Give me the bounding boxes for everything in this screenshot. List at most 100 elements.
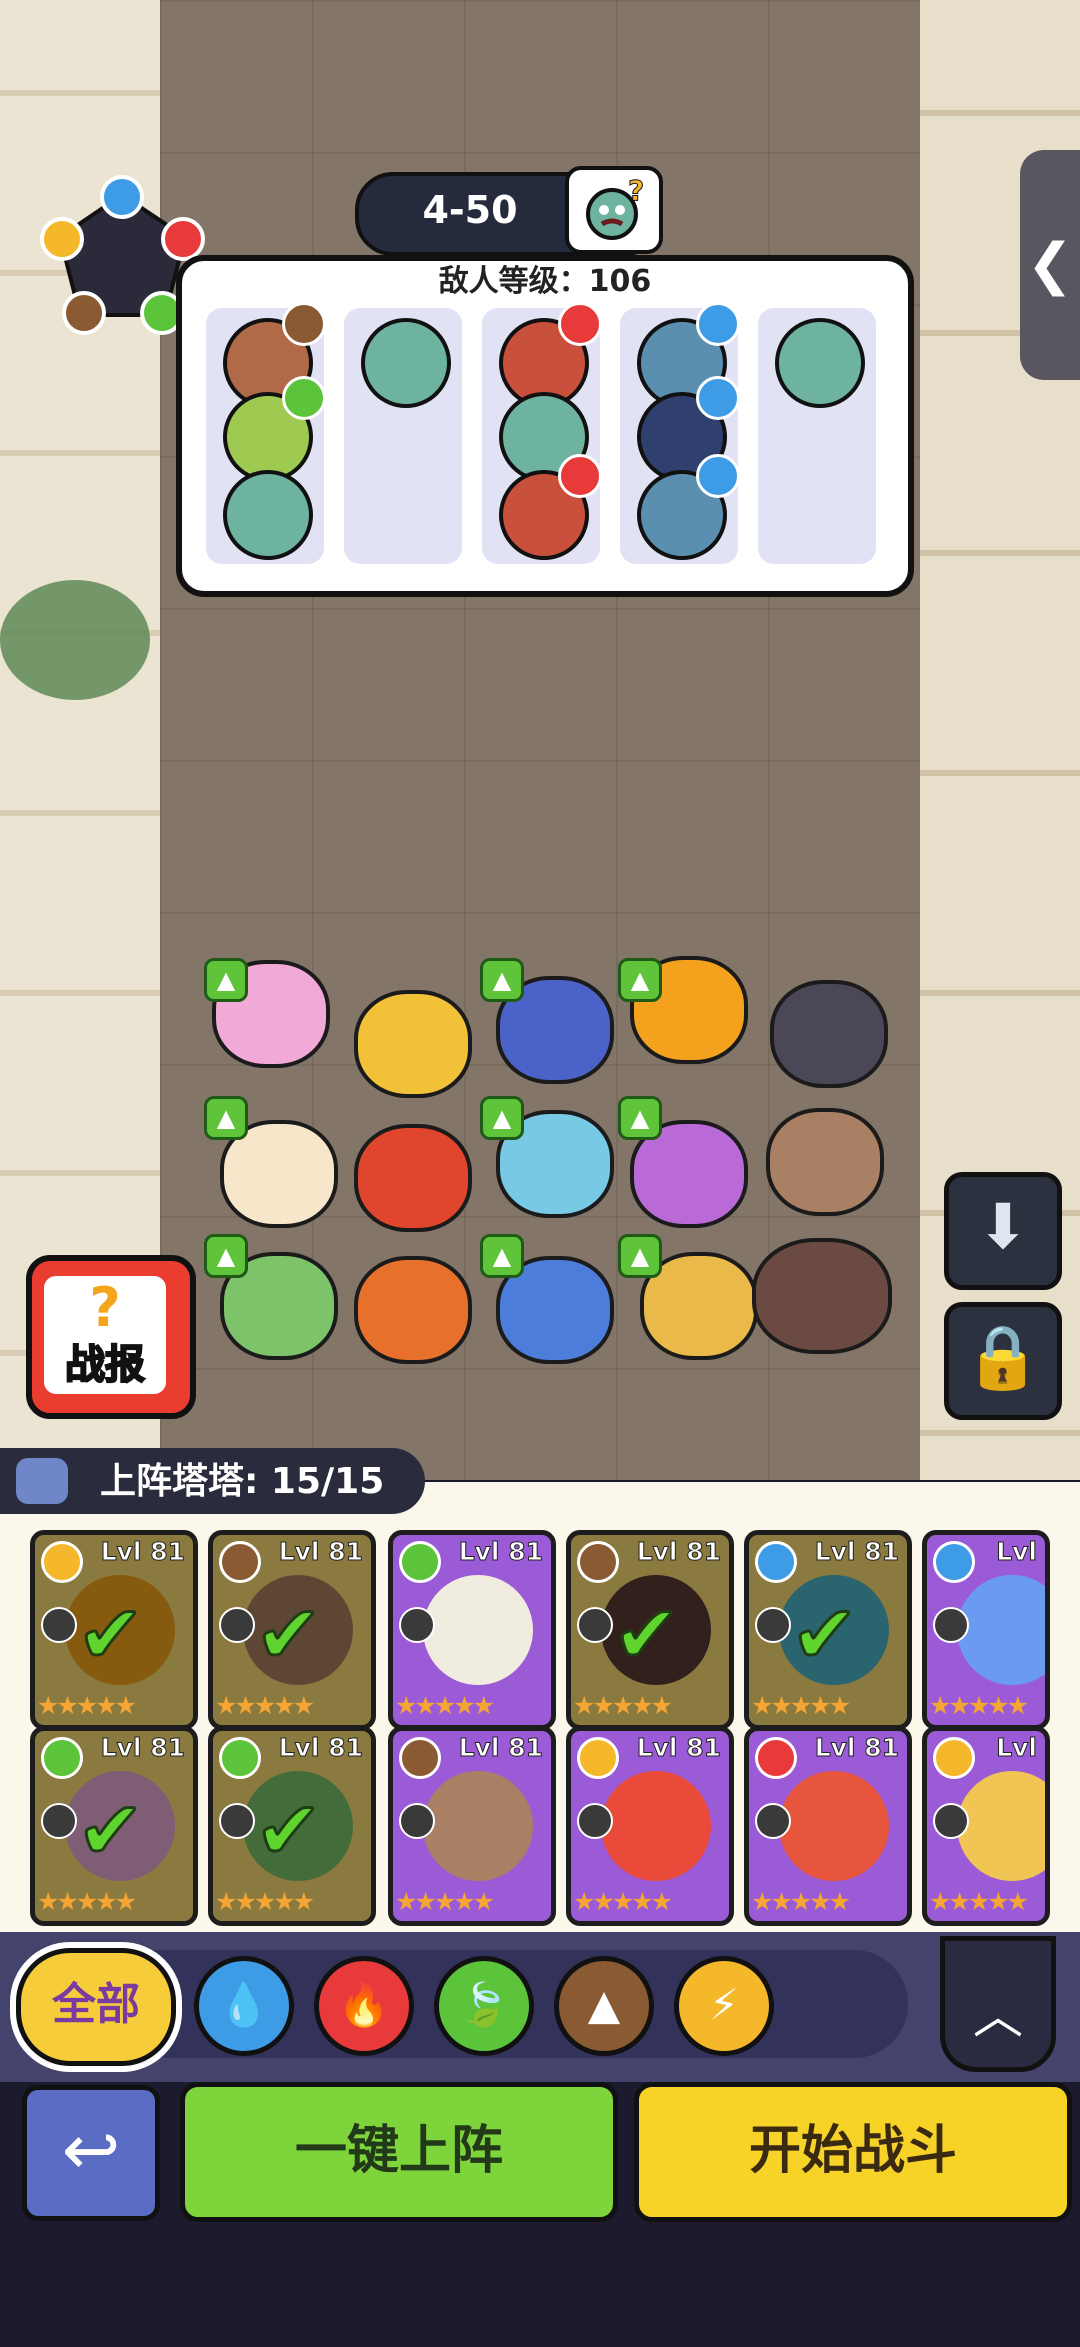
check-icon: ✔ xyxy=(75,1784,145,1877)
back-button[interactable]: ↩ xyxy=(22,2085,160,2221)
enemy-unit xyxy=(775,318,865,408)
class-icon xyxy=(399,1803,435,1839)
roster-count: 上阵塔塔: 15/15 xyxy=(100,1461,385,1502)
earth-element-icon xyxy=(399,1737,441,1779)
card-level: Lvl 81 xyxy=(814,1733,899,1763)
pet-portrait xyxy=(423,1771,533,1881)
boost-icon: ▲ xyxy=(204,1096,248,1140)
pet-unit[interactable] xyxy=(354,990,472,1098)
pet-card[interactable]: Lvl 81 ★★★★★ ✔ xyxy=(208,1530,376,1730)
pet-unit[interactable] xyxy=(770,980,888,1088)
earth-element-icon xyxy=(577,1541,619,1583)
check-icon: ✔ xyxy=(253,1784,323,1877)
pet-card[interactable]: Lvl 81 ★★★★★ ✔ xyxy=(744,1530,912,1730)
check-icon: ✔ xyxy=(253,1588,323,1681)
filter-lightning-button[interactable]: ⚡ xyxy=(674,1956,774,2056)
filter-grass-button[interactable]: 🍃 xyxy=(434,1956,534,2056)
pet-unit[interactable] xyxy=(766,1108,884,1216)
grass-element-icon xyxy=(282,376,326,420)
boost-icon: ▲ xyxy=(480,958,524,1002)
svg-text:?: ? xyxy=(628,178,644,207)
star-rating: ★★★★★ xyxy=(573,1887,673,1916)
green-slime-decoration xyxy=(0,580,150,700)
filter-all-button[interactable]: 全部 xyxy=(16,1948,176,2066)
pet-card[interactable]: Lvl 81 ★★★★★ xyxy=(388,1530,556,1730)
water-element-icon xyxy=(696,302,740,346)
lightning-element-icon xyxy=(577,1737,619,1779)
fire-element-icon xyxy=(558,302,602,346)
boost-icon: ▲ xyxy=(618,1234,662,1278)
class-icon xyxy=(933,1803,969,1839)
water-element-icon xyxy=(933,1541,975,1583)
enemy-boss-icon[interactable]: ? xyxy=(565,166,663,254)
grass-element-icon xyxy=(41,1737,83,1779)
star-rating: ★★★★★ xyxy=(395,1691,495,1720)
class-icon xyxy=(41,1607,77,1643)
pet-card[interactable]: Lvl 81 ★★★★★ xyxy=(744,1726,912,1926)
pet-card[interactable]: Lvl 81 ★★★★★ xyxy=(388,1726,556,1926)
earth-element-icon xyxy=(219,1541,261,1583)
grass-element-icon xyxy=(219,1737,261,1779)
check-icon: ✔ xyxy=(75,1588,145,1681)
class-icon xyxy=(577,1607,613,1643)
expand-up-button[interactable]: ︿ xyxy=(940,1936,1056,2072)
pet-portrait xyxy=(423,1575,533,1685)
star-rating: ★★★★★ xyxy=(751,1691,851,1720)
pet-unit[interactable] xyxy=(354,1256,472,1364)
class-icon xyxy=(399,1607,435,1643)
pet-card[interactable]: Lvl 81 ★★★★★ ✔ xyxy=(30,1530,198,1730)
pet-portrait xyxy=(957,1575,1045,1685)
card-level: Lvl 81 xyxy=(814,1537,899,1567)
fire-element-icon xyxy=(558,454,602,498)
class-icon xyxy=(577,1803,613,1839)
star-rating: ★★★★★ xyxy=(37,1887,137,1916)
filter-fire-button[interactable]: 🔥 xyxy=(314,1956,414,2056)
star-rating: ★★★★★ xyxy=(929,1691,1029,1720)
water-element-icon xyxy=(696,376,740,420)
star-rating: ★★★★★ xyxy=(215,1691,315,1720)
boost-icon: ▲ xyxy=(204,1234,248,1278)
pet-card[interactable]: Lvl 81 ★★★★★ xyxy=(566,1726,734,1926)
pet-unit[interactable] xyxy=(752,1238,892,1354)
card-level: Lvl xyxy=(996,1733,1038,1763)
water-element-icon xyxy=(755,1541,797,1583)
lock-icon[interactable]: 🔒 xyxy=(944,1302,1062,1420)
check-icon: ✔ xyxy=(789,1588,859,1681)
card-level: Lvl 81 xyxy=(458,1733,543,1763)
boost-icon: ▲ xyxy=(204,958,248,1002)
star-rating: ★★★★★ xyxy=(395,1887,495,1916)
card-level: Lvl xyxy=(996,1537,1038,1567)
class-icon xyxy=(41,1803,77,1839)
battle-report-label: 战报 xyxy=(64,1341,146,1389)
pet-unit[interactable] xyxy=(354,1124,472,1232)
enemy-unit xyxy=(223,470,313,560)
class-icon xyxy=(219,1803,255,1839)
enemy-unit xyxy=(361,318,451,408)
earth-element-icon xyxy=(282,302,326,346)
pet-card[interactable]: Lvl 81 ★★★★★ ✔ xyxy=(208,1726,376,1926)
card-level: Lvl 81 xyxy=(100,1733,185,1763)
download-icon[interactable]: ⬇ xyxy=(944,1172,1062,1290)
side-panel-toggle[interactable]: ❮ xyxy=(1020,150,1080,380)
pet-card[interactable]: Lvl ★★★★★ xyxy=(922,1726,1050,1926)
card-level: Lvl 81 xyxy=(278,1733,363,1763)
filter-water-button[interactable]: 💧 xyxy=(194,1956,294,2056)
star-rating: ★★★★★ xyxy=(929,1887,1029,1916)
boost-icon: ▲ xyxy=(618,1096,662,1140)
boost-icon: ▲ xyxy=(480,1096,524,1140)
class-icon xyxy=(755,1607,791,1643)
boost-icon: ▲ xyxy=(480,1234,524,1278)
start-battle-button[interactable]: 开始战斗 xyxy=(634,2082,1072,2222)
lightning-element-icon xyxy=(933,1737,975,1779)
question-icon: ? xyxy=(89,1276,121,1339)
fire-element-icon xyxy=(755,1737,797,1779)
check-icon: ✔ xyxy=(611,1588,681,1681)
auto-deploy-button[interactable]: 一键上阵 xyxy=(180,2082,618,2222)
filter-earth-button[interactable]: ▲ xyxy=(554,1956,654,2056)
pet-card[interactable]: Lvl ★★★★★ xyxy=(922,1530,1050,1730)
pet-card[interactable]: Lvl 81 ★★★★★ ✔ xyxy=(30,1726,198,1926)
pet-portrait xyxy=(601,1771,711,1881)
class-icon xyxy=(219,1607,255,1643)
enemy-level-title: 敌人等级：106 xyxy=(438,264,652,299)
pet-card[interactable]: Lvl 81 ★★★★★ ✔ xyxy=(566,1530,734,1730)
